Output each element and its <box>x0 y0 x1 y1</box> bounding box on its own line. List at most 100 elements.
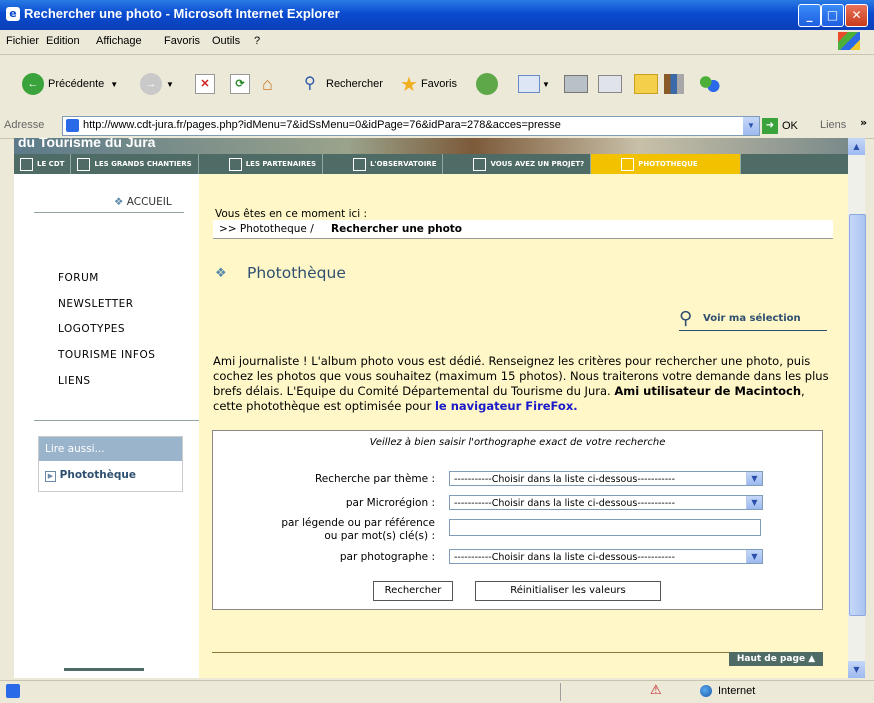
region-select[interactable]: -----------Choisir dans la liste ci-dess… <box>449 495 763 510</box>
vertical-scrollbar[interactable]: ▲ ▼ <box>848 138 866 678</box>
edit-button[interactable] <box>598 69 622 99</box>
window-title: Rechercher une photo - Microsoft Interne… <box>24 6 340 21</box>
links-chevron-icon[interactable]: » <box>860 116 867 129</box>
messenger-button[interactable] <box>698 69 720 99</box>
internet-globe-icon <box>700 685 712 697</box>
theme-select[interactable]: -----------Choisir dans la liste ci-dess… <box>449 471 763 486</box>
status-bar: ⚠ Internet <box>0 680 874 703</box>
edit-icon <box>598 75 622 93</box>
left-divider-2 <box>34 420 199 421</box>
scroll-thumb[interactable] <box>849 214 866 616</box>
menu-affichage[interactable]: Affichage <box>96 35 142 47</box>
diamond-icon: ❖ <box>114 196 124 208</box>
history-button[interactable] <box>476 69 502 99</box>
left-menu-liens[interactable]: LIENS <box>58 375 91 387</box>
address-label: Adresse <box>4 119 45 131</box>
view-selection-link[interactable]: ⚲ Voir ma sélection <box>679 308 827 331</box>
back-button[interactable]: ← Précédente ▼ <box>22 69 118 99</box>
mail-button[interactable]: ▼ <box>518 69 550 99</box>
site-nav: LE CDT LES GRANDS CHANTIERS LES PARTENAI… <box>14 154 848 174</box>
site-banner: du Tourisme du Jura <box>14 138 848 154</box>
scroll-down-button[interactable]: ▼ <box>848 661 865 678</box>
messenger-icon <box>698 74 720 94</box>
page-status-icon <box>6 684 20 698</box>
keyword-input[interactable] <box>449 519 761 536</box>
search-icon: ⚲ <box>304 75 316 92</box>
address-dropdown-icon[interactable]: ▼ <box>743 117 759 135</box>
status-divider <box>560 683 561 701</box>
home-button[interactable]: ⌂ <box>262 69 282 99</box>
search-label: Rechercher <box>326 78 383 90</box>
home-icon: ⌂ <box>262 74 273 94</box>
nav-observatoire[interactable]: L'OBSERVATOIRE <box>323 154 444 174</box>
nav-projet[interactable]: VOUS AVEZ UN PROJET? <box>443 154 592 174</box>
eye-icon <box>353 157 367 171</box>
close-button[interactable]: ✕ <box>845 4 868 27</box>
address-bar: Adresse http://www.cdt-jura.fr/pages.php… <box>0 114 874 139</box>
menu-favoris[interactable]: Favoris <box>164 35 200 47</box>
see-also-phototheque[interactable]: ▶ Photothèque <box>39 461 182 490</box>
forward-button[interactable]: → ▼ <box>140 69 174 99</box>
go-button[interactable]: ➜ OK <box>762 117 798 135</box>
discuss-button[interactable] <box>634 69 658 99</box>
document-icon <box>621 157 635 171</box>
go-arrow-icon: ➜ <box>762 118 778 134</box>
left-menu-tourisme-infos[interactable]: TOURISME INFOS <box>58 349 155 361</box>
scroll-up-button[interactable]: ▲ <box>848 138 865 155</box>
left-menu-newsletter[interactable]: NEWSLETTER <box>58 298 134 310</box>
links-label[interactable]: Liens <box>820 119 846 131</box>
back-to-top-link[interactable]: Haut de page ▲ <box>729 652 823 666</box>
view-selection-label: Voir ma sélection <box>703 313 801 324</box>
chevron-down-icon: ▼ <box>746 550 762 563</box>
menu-help[interactable]: ? <box>254 35 260 47</box>
research-button[interactable] <box>664 69 684 99</box>
region-label: par Microrégion : <box>345 497 435 509</box>
search-button[interactable]: ⚲ Rechercher <box>304 69 383 99</box>
address-input[interactable]: http://www.cdt-jura.fr/pages.php?idMenu=… <box>62 116 760 136</box>
toolbar: ← Précédente ▼ → ▼ ✕ ⟳ ⌂ ⚲ Rechercher ★ … <box>0 55 874 116</box>
folder-icon <box>634 74 658 94</box>
nav-phototheque[interactable]: PHOTOTHEQUE <box>591 154 741 174</box>
menu-outils[interactable]: Outils <box>212 35 240 47</box>
left-divider <box>34 212 184 213</box>
breadcrumb-prefix[interactable]: >> Phototheque / <box>219 223 317 235</box>
lock-icon <box>473 157 487 171</box>
left-menu-logotypes[interactable]: LOGOTYPES <box>58 323 125 335</box>
search-submit-button[interactable]: Rechercher <box>373 581 453 601</box>
heading-diamond-icon: ❖ <box>215 266 227 281</box>
keyword-label-1: par légende ou par référence <box>281 517 435 529</box>
nav-le-cdt[interactable]: LE CDT <box>14 154 72 174</box>
maximize-button[interactable]: □ <box>821 4 844 27</box>
ie-icon: e <box>6 7 20 21</box>
stop-button[interactable]: ✕ <box>195 69 215 99</box>
bottom-ornament-icon <box>64 668 144 671</box>
chevron-down-icon: ▼ <box>746 472 762 485</box>
title-bar: e Rechercher une photo - Microsoft Inter… <box>0 0 874 30</box>
magnifier-icon: ⚲ <box>679 308 693 329</box>
nav-grands-chantiers[interactable]: LES GRANDS CHANTIERS <box>71 154 199 174</box>
breadcrumb: >> Phototheque / Rechercher une photo <box>213 220 833 239</box>
left-column: ❖ ACCUEIL FORUM NEWSLETTER LOGOTYPES TOU… <box>14 174 199 678</box>
up-triangle-icon: ▲ <box>808 654 816 664</box>
chevron-down-icon: ▼ <box>542 79 550 89</box>
triangle-icon <box>77 157 91 171</box>
refresh-button[interactable]: ⟳ <box>230 69 250 99</box>
cdt-icon <box>20 157 33 171</box>
menu-fichier[interactable]: Fichier <box>6 35 39 47</box>
favorites-button[interactable]: ★ Favoris <box>400 69 457 99</box>
chevron-down-icon: ▼ <box>746 496 762 509</box>
photographer-select[interactable]: -----------Choisir dans la liste ci-dess… <box>449 549 763 564</box>
menu-edition[interactable]: Edition <box>46 35 80 47</box>
left-menu-forum[interactable]: FORUM <box>58 272 99 284</box>
cycle-icon <box>228 157 242 171</box>
firefox-link[interactable]: le navigateur FireFox. <box>435 399 578 413</box>
privacy-icon: ⚠ <box>650 683 662 698</box>
reset-button[interactable]: Réinitialiser les valeurs <box>475 581 661 601</box>
print-button[interactable] <box>564 69 588 99</box>
menu-bar: Fichier Edition Affichage Favoris Outils… <box>0 30 874 55</box>
home-link[interactable]: ❖ ACCUEIL <box>114 196 172 208</box>
breadcrumb-intro: Vous êtes en ce moment ici : <box>215 208 368 220</box>
nav-partenaires[interactable]: LES PARTENAIRES <box>199 154 324 174</box>
mail-icon <box>518 75 540 93</box>
minimize-button[interactable]: _ <box>798 4 821 27</box>
